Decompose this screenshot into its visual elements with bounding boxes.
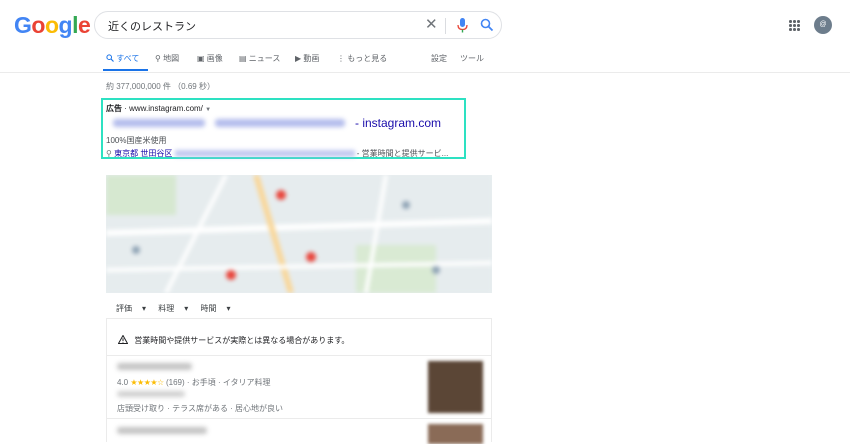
mic-icon[interactable] (457, 18, 468, 38)
search-box[interactable]: 近くのレストラン ✕ (94, 11, 502, 39)
ad-url[interactable]: www.instagram.com/ (129, 104, 203, 113)
avatar[interactable]: @ (814, 16, 832, 34)
filter-rating-label: 評価 (116, 304, 132, 313)
listing-rating: 4.0 ★★★★☆ (169) · お手頃 · イタリア料理 (117, 377, 271, 388)
filter-cuisine[interactable]: 料理 ▾ (158, 304, 188, 313)
search-icon[interactable] (480, 18, 494, 37)
search-icon (106, 54, 114, 62)
logo-letter: e (77, 12, 91, 38)
tab-videos[interactable]: ▶ 動画 (295, 53, 319, 64)
tab-images[interactable]: ▣ 画像 (197, 53, 223, 64)
result-stats: 約 377,000,000 件 （0.69 秒） (106, 82, 215, 91)
ad-address-blurred (174, 150, 355, 158)
image-icon: ▣ (197, 54, 205, 63)
ad-title-blurred[interactable] (113, 117, 353, 129)
filter-rating[interactable]: 評価 ▾ (116, 304, 146, 313)
tab-settings[interactable]: 設定 (431, 53, 447, 64)
notice-text: 営業時間や提供サービスが実際とは異なる場合があります。 (134, 336, 350, 345)
tab-label: もっと見る (347, 54, 388, 63)
apps-grid-icon[interactable] (789, 20, 800, 31)
logo-letter: G (14, 12, 32, 38)
warning-icon (117, 334, 129, 344)
logo-letter: g (58, 12, 73, 38)
listing-name-blurred[interactable] (117, 427, 212, 435)
listing-thumbnail[interactable] (428, 424, 483, 444)
ad-title-link[interactable]: - instagram.com (355, 116, 441, 130)
active-tab-indicator (103, 69, 148, 71)
panel-divider (106, 418, 492, 419)
filter-chips: 評価 ▾ 料理 ▾ 時間 ▾ (116, 303, 241, 314)
logo-letter: o (44, 12, 59, 38)
tab-maps[interactable]: ⚲ 地図 (155, 53, 179, 64)
tab-more[interactable]: ⋮ もっと見る (337, 53, 387, 64)
star-rating-icon: ★★★★☆ (130, 378, 164, 387)
map-pin-icon: ⚲ (155, 54, 161, 63)
tab-news[interactable]: ▤ ニュース (239, 53, 280, 64)
ad-location-area[interactable]: 東京都 世田谷区 (114, 149, 172, 158)
tab-label: 画像 (206, 54, 223, 63)
listing-services: 店頭受け取り · テラス席がある · 居心地が良い (117, 404, 284, 413)
tab-label: 地図 (163, 54, 180, 63)
review-count[interactable]: (169) (166, 378, 185, 387)
tab-label: 動画 (303, 54, 320, 63)
rating-value: 4.0 (117, 378, 129, 387)
listing-thumbnail[interactable] (428, 361, 483, 413)
map-pin-icon: ⚲ (106, 149, 112, 158)
tab-all[interactable]: すべて (106, 53, 139, 64)
chevron-down-icon[interactable]: ▼ (205, 107, 211, 113)
news-icon: ▤ (239, 54, 247, 63)
google-logo[interactable]: Google (14, 12, 91, 39)
search-input[interactable]: 近くのレストラン (108, 18, 196, 34)
price-and-type: · お手頃 · イタリア料理 (186, 378, 271, 387)
hours-notice: 営業時間や提供サービスが実際とは異なる場合があります。 (117, 334, 350, 346)
logo-letter: o (31, 12, 45, 38)
filter-cuisine-label: 料理 (158, 304, 175, 313)
ad-url-line: 広告 · www.instagram.com/ ▼ (106, 104, 212, 113)
panel-divider (106, 318, 492, 319)
listing-name-blurred[interactable] (117, 363, 197, 371)
close-icon[interactable]: ✕ (425, 15, 438, 33)
panel-divider (106, 355, 492, 356)
filter-hours[interactable]: 時間 ▾ (201, 304, 231, 313)
search-divider (445, 18, 446, 34)
filter-hours-label: 時間 (200, 304, 217, 313)
listing-address-blurred (117, 391, 187, 398)
header-divider (0, 72, 850, 73)
ad-description: 100%国産米使用 (106, 136, 167, 145)
ad-hours-link[interactable]: - 営業時間と提供サービ... (357, 149, 449, 158)
video-icon: ▶ (295, 54, 302, 63)
ad-badge: 広告 (106, 104, 122, 113)
ad-location[interactable]: ⚲ 東京都 世田谷区 - 営業時間と提供サービ... (106, 148, 448, 159)
more-icon: ⋮ (337, 54, 345, 63)
tab-label: すべて (116, 54, 140, 63)
tab-tools[interactable]: ツール (460, 53, 484, 64)
tab-label: ニュース (248, 54, 281, 63)
local-map[interactable] (106, 175, 492, 293)
